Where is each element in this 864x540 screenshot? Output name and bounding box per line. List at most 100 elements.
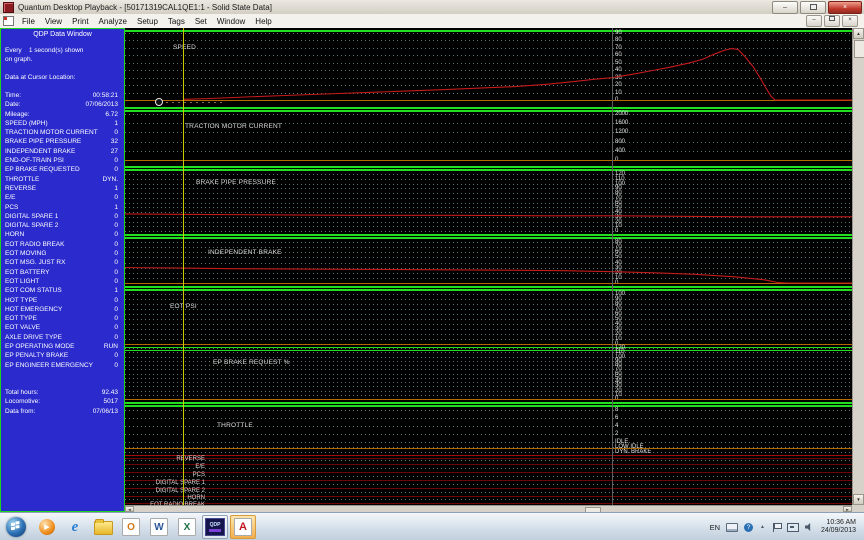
data-row-value: 0 <box>114 296 118 305</box>
data-row-value: DYN. <box>102 175 118 184</box>
taskbar-internet-explorer[interactable]: e <box>62 515 88 539</box>
close-icon: × <box>843 4 847 11</box>
network-icon[interactable] <box>787 523 799 532</box>
minimize-button[interactable]: – <box>772 1 798 14</box>
window-title: Quantum Desktop Playback - [50171319CAL1… <box>18 3 272 12</box>
hidden-icons-chevron[interactable]: ▲ <box>760 524 765 530</box>
restore-button[interactable] <box>800 1 826 14</box>
data-row-label: Date: <box>5 100 21 109</box>
volume-icon[interactable] <box>805 523 814 531</box>
data-row-label: REVERSE <box>5 184 36 193</box>
clock-date: 24/09/2013 <box>821 527 856 536</box>
title-bar: Quantum Desktop Playback - [50171319CAL1… <box>0 0 864 15</box>
restore-icon <box>810 4 817 10</box>
vertical-scroll-thumb[interactable] <box>854 40 864 58</box>
data-row-value: 1 <box>114 203 118 212</box>
mdi-restore-icon <box>829 16 835 21</box>
chart-area[interactable]: 9080706050403020100SPEED2000160012008004… <box>125 28 852 505</box>
data-row-value: 0 <box>114 258 118 267</box>
data-row-label: THROTTLE <box>5 175 39 184</box>
child-window-icon[interactable] <box>3 16 14 26</box>
data-row: THROTTLE DYN. <box>1 175 124 184</box>
summary-row-value: 07/06/13 <box>93 407 118 416</box>
scroll-down-icon: ▼ <box>856 497 860 502</box>
start-button[interactable] <box>6 517 26 537</box>
data-row-value: 0 <box>114 305 118 314</box>
menu-item-analyze[interactable]: Analyze <box>94 15 132 28</box>
summary-row-label: Total hours: <box>5 388 39 397</box>
data-row-value: 0 <box>114 128 118 137</box>
menu-item-tags[interactable]: Tags <box>163 15 190 28</box>
windows-logo-icon <box>11 523 15 526</box>
data-row-label: EOT MSG. JUST RX <box>5 258 65 267</box>
brake-pipe-pressure-trace <box>125 214 852 217</box>
summary-row-value: 5017 <box>104 397 118 406</box>
data-row-label: EP ENGINEER EMERGENCY <box>5 361 93 370</box>
scroll-up-button[interactable]: ▲ <box>853 28 864 39</box>
menu-item-set[interactable]: Set <box>190 15 212 28</box>
taskbar-acrobat[interactable]: A <box>230 515 256 539</box>
data-row: HOT TYPE0 <box>1 296 124 305</box>
data-row: BRAKE PIPE PRESSURE32 <box>1 137 124 146</box>
taskbar-qdp[interactable]: QDP <box>202 515 228 539</box>
minimize-icon: – <box>783 4 787 11</box>
data-row-value: 1 <box>114 286 118 295</box>
data-row-label: EOT VALVE <box>5 323 40 332</box>
vertical-scrollbar[interactable]: ▲ ▼ <box>852 28 864 505</box>
data-row-value: 6.72 <box>105 110 118 119</box>
keyboard-icon[interactable] <box>726 523 738 532</box>
data-row-label: DIGITAL SPARE 2 <box>5 221 58 230</box>
summary-row: Locomotive:5017 <box>1 397 124 406</box>
mdi-close-button[interactable]: × <box>842 15 858 27</box>
data-row-value: 1 <box>114 184 118 193</box>
taskbar-outlook[interactable]: O <box>118 515 144 539</box>
taskbar-file-explorer[interactable] <box>90 515 116 539</box>
data-row-value: 0 <box>114 351 118 360</box>
data-row-label: EOT BATTERY <box>5 268 49 277</box>
mdi-restore-button[interactable] <box>824 15 840 27</box>
taskbar: ▶ e O W X QDP A EN ? ▲ <box>0 512 864 540</box>
data-row-label: END-OF-TRAIN PSI <box>5 156 64 165</box>
menu-item-file[interactable]: File <box>17 15 40 28</box>
language-indicator[interactable]: EN <box>710 523 720 532</box>
data-row: EP PENALTY BRAKE 0 <box>1 351 124 360</box>
menu-item-print[interactable]: Print <box>67 15 93 28</box>
mdi-minimize-button[interactable]: – <box>806 15 822 27</box>
taskbar-clock[interactable]: 10:36 AM 24/09/2013 <box>821 519 856 536</box>
scroll-left-icon: ◄ <box>128 507 132 512</box>
interval-text-2: on graph. <box>1 55 124 64</box>
menu-bar: FileViewPrintAnalyzeSetupTagsSetWindowHe… <box>0 14 864 29</box>
help-icon[interactable]: ? <box>744 523 753 532</box>
data-row-value: 0 <box>114 193 118 202</box>
data-row-value: 0 <box>114 240 118 249</box>
scroll-right-icon: ► <box>846 507 850 512</box>
action-center-flag-icon[interactable] <box>773 523 780 532</box>
data-row-label: TRACTION MOTOR CURRENT <box>5 128 98 137</box>
data-row-label: EP BRAKE REQUESTED <box>5 165 80 174</box>
cursor-line[interactable] <box>183 28 184 505</box>
data-row-label: Mileage: <box>5 110 30 119</box>
menu-item-window[interactable]: Window <box>212 15 250 28</box>
menu-item-help[interactable]: Help <box>250 15 276 28</box>
data-row-value: 0 <box>114 333 118 342</box>
scroll-down-button[interactable]: ▼ <box>853 494 864 505</box>
data-row-label: EOT MOVING <box>5 249 46 258</box>
data-row: END-OF-TRAIN PSI0 <box>1 156 124 165</box>
horizontal-scrollbar[interactable]: ◄ ► <box>125 505 852 512</box>
taskbar-media-player[interactable]: ▶ <box>34 515 60 539</box>
taskbar-excel[interactable]: X <box>174 515 200 539</box>
outlook-icon: O <box>122 518 140 536</box>
taskbar-word[interactable]: W <box>146 515 172 539</box>
data-row-label: SPEED (MPH) <box>5 119 48 128</box>
interval-text: Every 1 second(s) shown <box>1 46 124 55</box>
data-row: EOT COM STATUS1 <box>1 286 124 295</box>
data-window-title: QDP Data Window <box>1 29 124 46</box>
data-row-label: INDEPENDENT BRAKE <box>5 147 75 156</box>
close-button[interactable]: × <box>828 1 862 14</box>
menu-item-setup[interactable]: Setup <box>132 15 163 28</box>
data-row: Time:00:58:21 <box>1 91 124 100</box>
data-row: AXLE DRIVE TYPE0 <box>1 333 124 342</box>
data-row-value: 0 <box>114 230 118 239</box>
data-row-label: EP PENALTY BRAKE <box>5 351 68 360</box>
menu-item-view[interactable]: View <box>40 15 67 28</box>
